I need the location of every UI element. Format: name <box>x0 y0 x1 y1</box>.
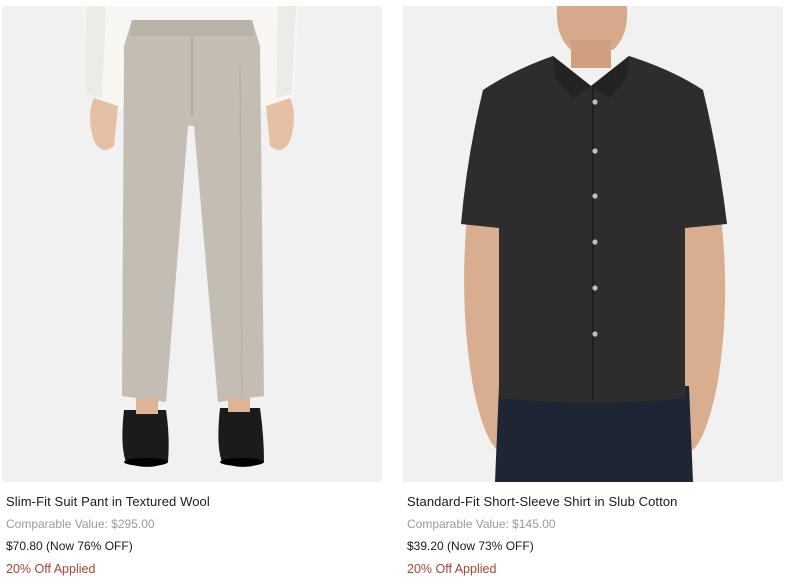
sale-price: $39.20 (Now 73% OFF) <box>407 539 534 553</box>
sale-price: $70.80 (Now 76% OFF) <box>6 539 133 553</box>
product-grid: Slim-Fit Suit Pant in Textured Wool Comp… <box>0 0 790 588</box>
product-name[interactable]: Slim-Fit Suit Pant in Textured Wool <box>6 494 382 510</box>
comparable-value: Comparable Value: $145.00 <box>407 517 556 531</box>
promo-applied: 20% Off Applied <box>6 562 96 576</box>
product-image-shirt[interactable] <box>403 6 783 482</box>
comparable-value: Comparable Value: $295.00 <box>6 517 155 531</box>
promo-applied: 20% Off Applied <box>407 562 497 576</box>
product-card[interactable]: Slim-Fit Suit Pant in Textured Wool Comp… <box>2 6 382 577</box>
product-card[interactable]: Standard-Fit Short-Sleeve Shirt in Slub … <box>403 6 783 577</box>
product-name[interactable]: Standard-Fit Short-Sleeve Shirt in Slub … <box>407 494 783 510</box>
product-image-trousers[interactable] <box>2 6 382 482</box>
